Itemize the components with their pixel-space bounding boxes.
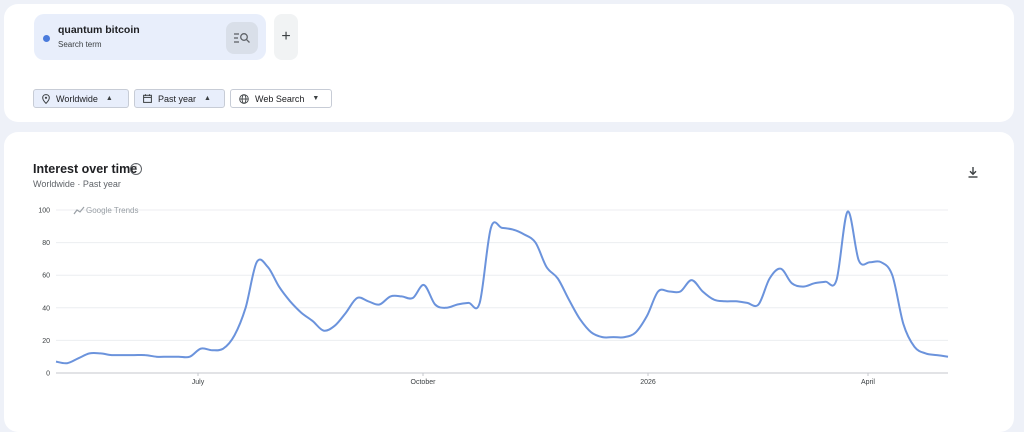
search-terms-card: quantum bitcoin Search term + Worldwide … xyxy=(4,4,1014,122)
search-term-name: quantum bitcoin xyxy=(58,24,140,36)
globe-icon xyxy=(239,93,249,104)
region-filter-label: Worldwide xyxy=(56,93,98,104)
caret-up-icon: ▲ xyxy=(105,95,113,102)
location-pin-icon xyxy=(42,93,50,104)
property-filter[interactable]: Web Search ▼ xyxy=(230,89,332,108)
interest-over-time-card: Interest over time i Worldwide · Past ye… xyxy=(4,132,1014,432)
caret-down-icon: ▼ xyxy=(312,95,320,102)
interest-line-chart: Google Trends 0 20 40 60 80 100 July October 202… xyxy=(38,206,949,386)
x-tick-label: October xyxy=(411,379,437,386)
search-term-chip[interactable]: quantum bitcoin Search term xyxy=(34,14,266,60)
x-tick-label: July xyxy=(192,379,205,386)
y-tick-label: 40 xyxy=(42,305,50,312)
time-filter[interactable]: Past year ▲ xyxy=(134,89,225,108)
y-tick-label: 80 xyxy=(42,240,50,247)
y-tick-label: 100 xyxy=(38,208,50,215)
search-compare-icon[interactable] xyxy=(226,22,258,54)
time-filter-label: Past year xyxy=(158,93,197,104)
calendar-icon xyxy=(143,94,152,103)
watermark-text: Google Trends xyxy=(86,206,138,215)
y-tick-label: 60 xyxy=(42,273,50,280)
x-tick-label: 2026 xyxy=(640,379,656,386)
search-term-type: Search term xyxy=(58,40,102,49)
property-filter-label: Web Search xyxy=(255,93,305,104)
y-tick-label: 20 xyxy=(42,338,50,345)
region-filter[interactable]: Worldwide ▲ xyxy=(33,89,129,108)
series-color-dot xyxy=(43,35,50,42)
caret-up-icon: ▲ xyxy=(204,95,211,102)
y-tick-label: 0 xyxy=(46,371,50,378)
x-tick-label: April xyxy=(861,379,875,386)
add-comparison-button[interactable]: + xyxy=(274,14,298,60)
